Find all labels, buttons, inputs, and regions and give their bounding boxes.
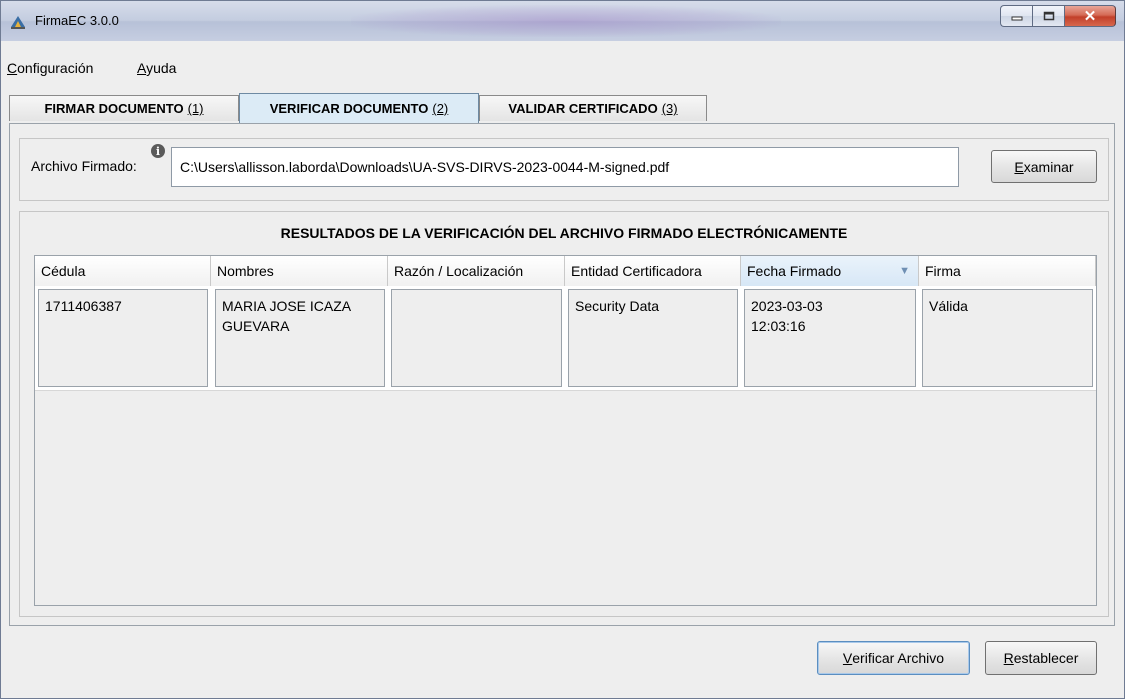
tab-firmar-documento[interactable]: FIRMAR DOCUMENTO (1) [9,95,239,121]
results-table: Cédula Nombres Razón / Localización Enti… [34,255,1097,606]
table-row[interactable]: 1711406387 MARIA JOSE ICAZA GUEVARA Secu… [35,286,1096,391]
menu-configuracion[interactable]: Configuración [7,60,93,76]
maximize-button[interactable] [1032,5,1064,27]
table-header: Cédula Nombres Razón / Localización Enti… [35,256,1096,287]
app-window: FirmaEC 3.0.0 ✕ Configuración Ayuda FIRM… [0,0,1125,699]
close-icon: ✕ [1083,8,1097,25]
file-path-input[interactable] [171,147,959,187]
column-header-entidad[interactable]: Entidad Certificadora [565,256,741,286]
column-header-nombres[interactable]: Nombres [211,256,388,286]
column-header-cedula[interactable]: Cédula [35,256,211,286]
column-header-fecha-firmado[interactable]: Fecha Firmado ▼ [741,256,919,286]
sort-descending-icon: ▼ [899,265,910,277]
info-icon[interactable]: i [151,144,165,158]
app-logo-icon [11,16,25,29]
cell-fecha[interactable]: 2023-03-03 12:03:16 [744,289,916,387]
restablecer-button[interactable]: Restablecer [985,641,1097,675]
cell-firma[interactable]: Válida [922,289,1093,387]
close-button[interactable]: ✕ [1064,5,1116,27]
menu-bar: Configuración Ayuda [1,56,1124,80]
examinar-button[interactable]: Examinar [991,150,1097,183]
menu-ayuda[interactable]: Ayuda [137,60,176,76]
column-header-firma[interactable]: Firma [919,256,1096,286]
verificar-archivo-button[interactable]: Verificar Archivo [817,641,970,675]
maximize-icon [1043,11,1054,21]
cell-entidad[interactable]: Security Data [568,289,738,387]
window-title: FirmaEC 3.0.0 [35,13,119,28]
window-controls: ✕ [1000,5,1116,27]
column-header-razon[interactable]: Razón / Localización [388,256,565,286]
cell-cedula[interactable]: 1711406387 [38,289,208,387]
tab-verificar-documento[interactable]: VERIFICAR DOCUMENTO (2) [239,93,479,123]
title-bar[interactable]: FirmaEC 3.0.0 ✕ [1,1,1124,41]
file-label: Archivo Firmado: [31,158,137,174]
minimize-icon [1011,16,1022,21]
cell-nombres[interactable]: MARIA JOSE ICAZA GUEVARA [215,289,385,387]
cell-razon[interactable] [391,289,562,387]
minimize-button[interactable] [1000,5,1032,27]
tab-validar-certificado[interactable]: VALIDAR CERTIFICADO (3) [479,95,707,121]
results-title: RESULTADOS DE LA VERIFICACIÓN DEL ARCHIV… [280,225,848,241]
